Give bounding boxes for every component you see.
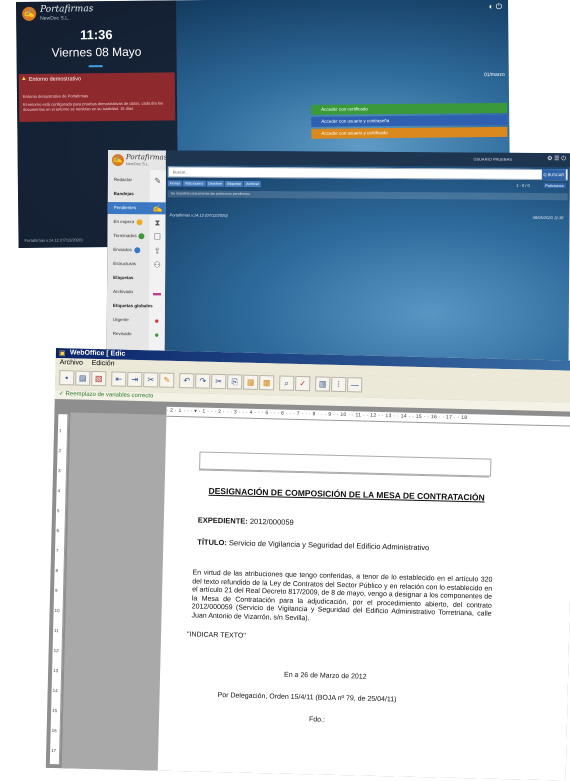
ruler-number: 11 xyxy=(54,628,59,634)
sign-icon: ✍ xyxy=(152,204,163,214)
undo-icon[interactable]: ↶ xyxy=(179,373,195,389)
sidebar-header-bandejas: Bandejas xyxy=(113,191,134,197)
upload-icon: ⇪ xyxy=(153,246,161,256)
ruler-number: 9 xyxy=(55,588,58,594)
ruler-number: 10 xyxy=(54,608,60,614)
ruler-number: 15 xyxy=(52,708,58,714)
clock-date: Viernes 08 Mayo xyxy=(51,44,142,60)
ruler-number: 13 xyxy=(53,668,59,674)
spellcheck-icon[interactable]: ✓ xyxy=(295,375,311,392)
pagination[interactable]: 1 - 0 / 0 xyxy=(516,183,530,188)
table-icon[interactable]: ▥ xyxy=(315,376,331,392)
line-icon[interactable]: — xyxy=(347,377,363,393)
alert-line2: El entorno está configurado para pruebas… xyxy=(23,100,163,112)
portafirmas-logo-icon: ✍ xyxy=(22,6,37,21)
brand-name: Portafirmas xyxy=(40,4,94,15)
search-button[interactable]: Q BUSCAR xyxy=(541,169,566,181)
alert-title: Entorno demostrativo xyxy=(28,76,82,83)
return-button[interactable]: Devolver xyxy=(206,180,225,187)
paste-icon[interactable]: ▦ xyxy=(243,374,259,390)
search-input[interactable]: Buscar... xyxy=(167,166,568,181)
info-bar: Se muestran únicamente las peticiones pe… xyxy=(167,190,568,201)
user-info[interactable]: USUARIO PRUEBAS xyxy=(473,157,511,162)
count-badge xyxy=(135,219,143,226)
ruler-number: 17 xyxy=(51,748,57,754)
brand-name: Portafirmas xyxy=(125,153,168,162)
cut-icon[interactable]: ✂ xyxy=(143,372,159,388)
portafirmas-logo-icon: ✍ xyxy=(111,154,124,167)
ruler-number: 12 xyxy=(53,648,59,654)
ruler-number: 2 xyxy=(58,448,62,454)
count-badge xyxy=(133,246,140,254)
divider xyxy=(88,65,103,68)
columns-icon[interactable]: ⁞ xyxy=(331,376,347,393)
ruler-number: 1 xyxy=(58,428,62,434)
menu-archivo[interactable]: Archivo xyxy=(60,359,84,367)
insert-image-icon[interactable]: ▩ xyxy=(259,374,275,391)
inbox-screen: ✍ Portafirmas NewDoc S.L. Redactar ✎ Ban… xyxy=(106,150,570,384)
sidebar-header-etiquetas-globales: Etiquetas globales xyxy=(112,303,153,309)
tag-button[interactable]: Etiquetar xyxy=(225,180,244,187)
ruler-number: 3 xyxy=(57,468,61,474)
app-icon: ▣ xyxy=(58,350,66,358)
scissors-icon[interactable]: ✂ xyxy=(211,373,227,390)
titulo-label: TÍTULO: xyxy=(197,537,227,548)
login-user-certificate-button[interactable]: Acceder con usuario y certificado xyxy=(311,126,508,139)
placeholder-text: "INDICAR TEXTO" xyxy=(186,631,246,640)
left-margin xyxy=(61,412,167,771)
sidebar-header-etiquetas: Etiquetas xyxy=(113,275,134,281)
expediente-value: 2012/000059 xyxy=(249,516,294,527)
print-icon[interactable]: ▤ xyxy=(75,370,91,386)
hourglass-icon: ⧗ xyxy=(154,218,161,228)
hierarchy-icon: ⚇ xyxy=(153,260,161,270)
list-item-text[interactable]: Portafirmas v.14.12 (07/12/2020) xyxy=(170,212,228,217)
alert-date: 01/marzo xyxy=(483,71,505,79)
redo-icon[interactable]: ↷ xyxy=(195,373,211,389)
top-toolbar-icons[interactable]: ⚙ ☰ ⏻ xyxy=(547,155,566,163)
indent-icon[interactable]: ⇤ xyxy=(111,371,127,387)
login-certificate-button[interactable]: Acceder con certificado xyxy=(311,102,508,115)
copy-icon[interactable]: ⎘ xyxy=(227,374,243,390)
brand-subtitle: NewDoc S.L. xyxy=(125,161,150,167)
ruler-number: 16 xyxy=(51,728,57,734)
list-item-date: 08/05/2020 11:36 xyxy=(532,214,564,221)
ruler-number: 14 xyxy=(52,688,58,694)
weboffice-editor: ▣ WebOffice [ Edic Archivo Edición ▪ ▤ ▧… xyxy=(45,348,570,781)
ruler-number: 7 xyxy=(55,548,59,554)
save-icon[interactable]: ▪ xyxy=(59,370,75,386)
approve-button[interactable]: Visto bueno xyxy=(182,180,206,187)
action-toolbar: Firmar Visto bueno Devolver Etiquetar Archiv… xyxy=(167,180,568,191)
ruler-number: 6 xyxy=(56,528,60,534)
inbox-icon: ☐ xyxy=(153,232,162,242)
count-badge xyxy=(138,233,145,240)
archive-button[interactable]: Archivar xyxy=(244,180,262,188)
version-footer: Portafirmas v.14.12 (07/12/2020) xyxy=(24,237,83,243)
signature-line: Fdo.: xyxy=(308,716,326,724)
window-title: WebOffice [ Edic xyxy=(69,349,126,358)
warning-icon: ▲ xyxy=(20,75,27,82)
outdent-icon[interactable]: ⇥ xyxy=(127,371,143,388)
login-user-password-button[interactable]: Acceder con usuario y contraseña xyxy=(311,114,508,127)
edit-icon[interactable]: ✎ xyxy=(159,372,175,388)
document-body: En virtud de las atribuciones que tengo … xyxy=(191,569,493,623)
expediente-label: EXPEDIENTE: xyxy=(197,515,248,526)
clock-time: 11:36 xyxy=(79,26,113,43)
find-icon[interactable]: ⌕ xyxy=(279,375,295,391)
ruler-number: 8 xyxy=(55,568,59,574)
sign-button[interactable]: Firmar xyxy=(167,180,182,187)
reviewed-tag-icon: ● xyxy=(154,330,160,340)
ruler-number: 5 xyxy=(56,508,60,514)
pdf-icon[interactable]: ▧ xyxy=(91,370,107,387)
edit-icon: ✎ xyxy=(154,176,162,186)
top-icons[interactable]: ◐ ⏻ xyxy=(489,2,502,12)
brand-subtitle: NewDoc S.L. xyxy=(40,15,70,22)
requests-filter[interactable]: Peticiones xyxy=(543,183,566,189)
urgent-tag-icon: ● xyxy=(154,316,160,326)
archive-icon: ▬ xyxy=(152,288,162,298)
menu-edicion[interactable]: Edición xyxy=(92,360,115,368)
ruler-number: 4 xyxy=(57,488,61,494)
